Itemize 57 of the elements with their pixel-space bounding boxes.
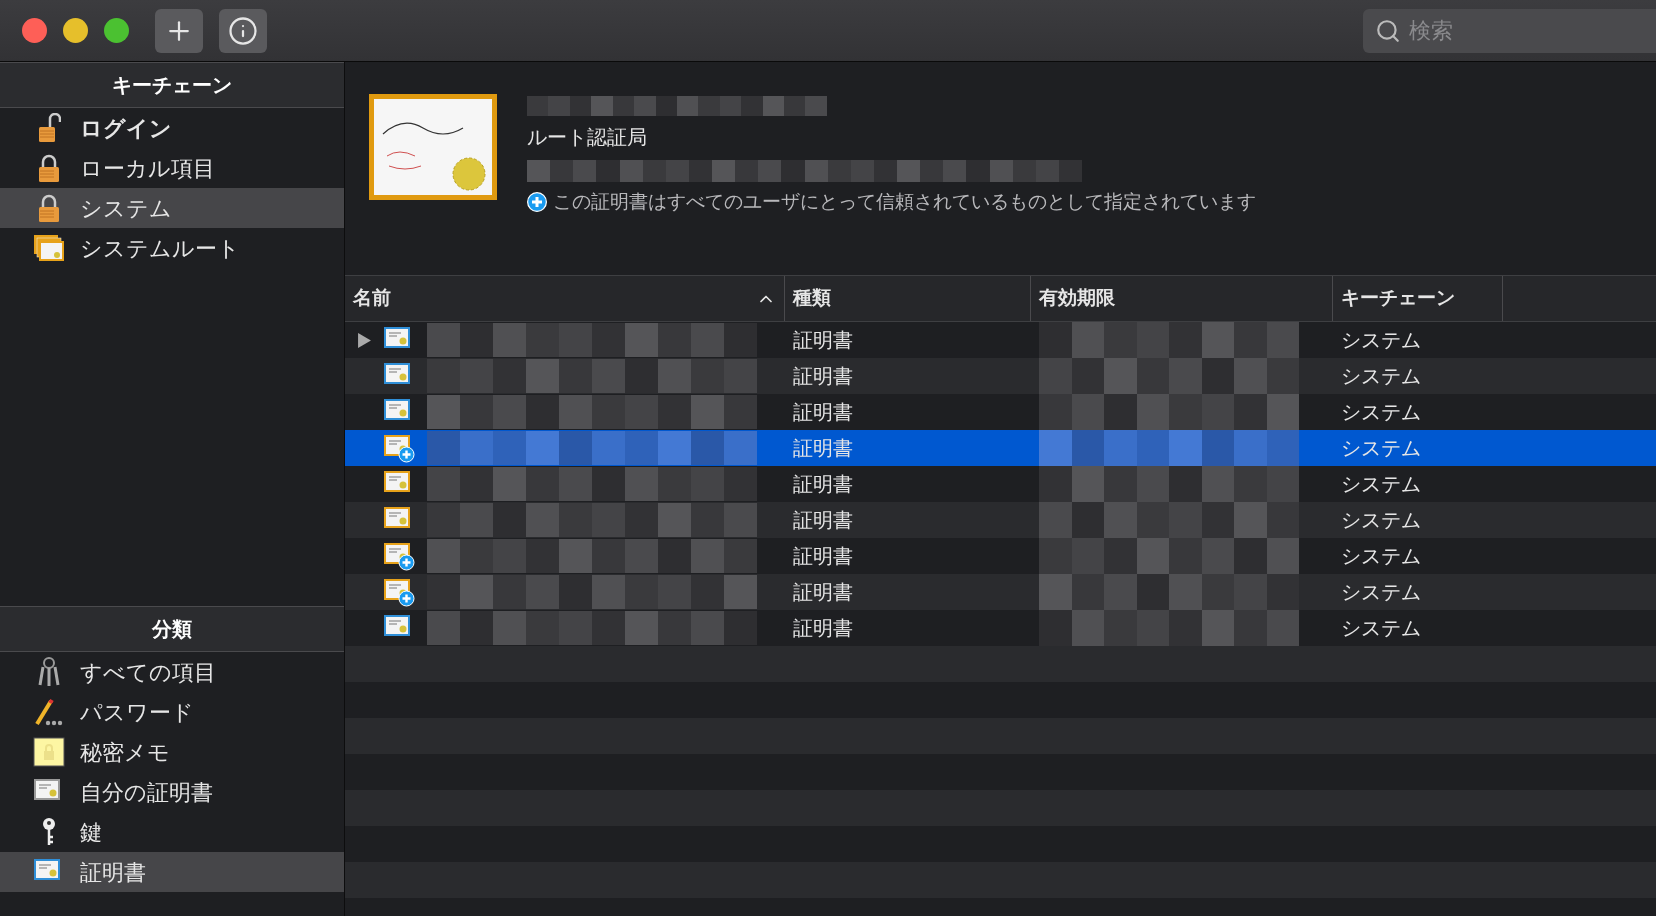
key-icon: [40, 817, 58, 847]
sidebar-item[interactable]: 自分の証明書: [0, 772, 344, 812]
minimize-window-button[interactable]: [63, 18, 88, 43]
note-icon: [33, 737, 65, 767]
column-header[interactable]: キーチェーン: [1333, 276, 1503, 321]
table-cell-text: システム: [1340, 328, 1422, 353]
zoom-window-button[interactable]: [104, 18, 129, 43]
table-cell-text: システム: [1340, 544, 1422, 569]
search-icon: [1375, 17, 1401, 44]
sidebar-item[interactable]: 証明書: [0, 852, 344, 892]
table-row[interactable]: 証明書 システム: [345, 358, 1656, 394]
sidebar-item[interactable]: すべての項目: [0, 652, 344, 692]
table-cell-text: 証明書: [792, 364, 854, 389]
sidebar-section-header: キーチェーン: [0, 62, 344, 108]
certificate-stack-icon: [33, 234, 65, 262]
sidebar-item[interactable]: システムルート: [0, 228, 344, 268]
table-cell-text: 証明書: [792, 400, 854, 425]
table-cell-text: システム: [1340, 616, 1422, 641]
trust-note: この証明書はすべてのユーザにとって信頼されているものとして指定されています: [553, 190, 1256, 214]
sidebar-item[interactable]: システム: [0, 188, 344, 228]
plus-badge-icon: [527, 192, 547, 213]
search-field[interactable]: 検索: [1363, 8, 1656, 53]
info-icon: [228, 15, 258, 46]
sidebar-item[interactable]: パスワード: [0, 692, 344, 732]
certificate-type: ルート認証局: [527, 125, 648, 150]
add-button[interactable]: [155, 8, 203, 53]
table-cell-text: 証明書: [792, 328, 854, 353]
sidebar-item[interactable]: ローカル項目: [0, 148, 344, 188]
table-row[interactable]: 証明書 システム: [345, 502, 1656, 538]
table-cell-text: システム: [1340, 436, 1422, 461]
table-cell-text: 証明書: [792, 544, 854, 569]
sidebar-item[interactable]: 秘密メモ: [0, 732, 344, 772]
info-button[interactable]: [219, 8, 267, 53]
sidebar-item[interactable]: 鍵: [0, 812, 344, 852]
table-cell-text: 証明書: [792, 616, 854, 641]
table-row[interactable]: 証明書 システム: [345, 574, 1656, 610]
table-cell-text: システム: [1340, 580, 1422, 605]
padlock-icon: [37, 153, 61, 183]
close-window-button[interactable]: [22, 18, 47, 43]
table-cell-text: システム: [1340, 364, 1422, 389]
table-cell-text: 証明書: [792, 472, 854, 497]
padlock-icon: [37, 193, 61, 223]
table-cell-text: システム: [1340, 472, 1422, 497]
column-header[interactable]: 名前: [345, 276, 785, 321]
disclosure-triangle-icon[interactable]: [357, 332, 371, 348]
table-cell-text: 証明書: [792, 436, 854, 461]
table-cell-text: 証明書: [792, 580, 854, 605]
sidebar-item[interactable]: ログイン: [0, 108, 344, 148]
pencil-icon: [34, 698, 64, 726]
open-padlock-icon: [37, 113, 61, 143]
table-cell-text: 証明書: [792, 508, 854, 533]
column-header[interactable]: 有効期限: [1031, 276, 1333, 321]
table-cell-text: システム: [1340, 508, 1422, 533]
table-cell-text: システム: [1340, 400, 1422, 425]
table-row[interactable]: 証明書 システム: [345, 430, 1656, 466]
sidebar-section-header: 分類: [0, 606, 344, 652]
column-header[interactable]: 種類: [785, 276, 1031, 321]
